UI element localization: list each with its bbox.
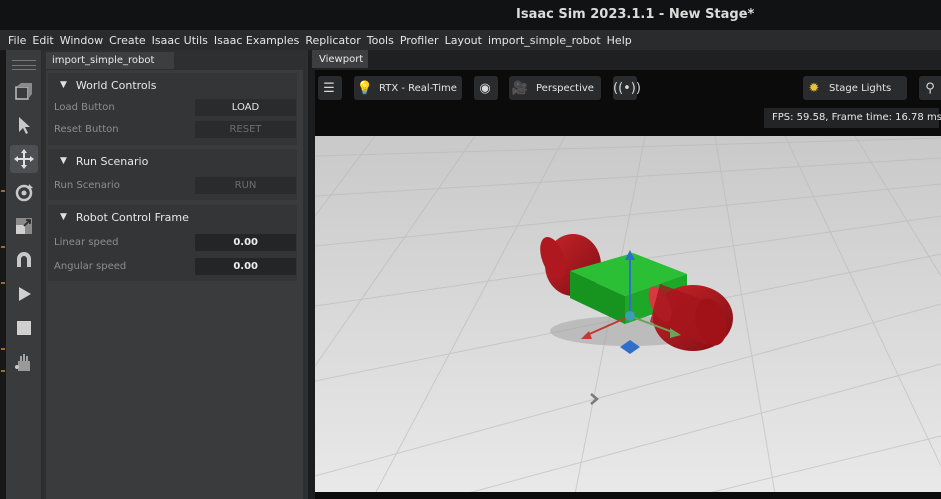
menu-layout[interactable]: Layout (445, 34, 482, 47)
world-controls-header[interactable]: ▼ World Controls (48, 73, 297, 97)
angular-speed-field[interactable]: 0.00 (195, 258, 296, 275)
edge-mark (1, 370, 5, 372)
menu-isaac-utils[interactable]: Isaac Utils (152, 34, 208, 47)
edge-mark (1, 348, 5, 350)
section-title: Robot Control Frame (75, 210, 189, 224)
run-row: Run Scenario RUN (48, 175, 297, 197)
run-scenario-section: ▼ Run Scenario Run Scenario RUN (48, 149, 297, 200)
location-button[interactable]: ⚲ (919, 76, 941, 100)
window-title: Isaac Sim 2023.1.1 - New Stage* (516, 7, 755, 22)
toolbar-grip-icon[interactable] (12, 60, 36, 70)
linear-speed-label: Linear speed (54, 237, 119, 248)
viewport-overlay-bar: ☰ 💡 RTX - Real-Time ◉ 🎥 Perspective ((•)… (315, 70, 941, 138)
robot-control-section: ▼ Robot Control Frame Linear speed 0.00 … (48, 205, 297, 281)
sun-icon: ✹ (808, 80, 820, 96)
reset-row: Reset Button RESET (48, 119, 297, 141)
tab-import-simple-robot[interactable]: import_simple_robot (46, 52, 174, 69)
edge-mark (1, 246, 5, 248)
fps-readout: FPS: 59.58, Frame time: 16.78 ms (764, 108, 941, 128)
snap-magnet-icon[interactable] (10, 246, 38, 274)
rotate-icon[interactable] (10, 179, 38, 207)
run-button[interactable]: RUN (195, 177, 296, 194)
run-label: Run Scenario (54, 180, 120, 191)
reset-label: Reset Button (54, 124, 119, 135)
menu-bar: File Edit Window Create Isaac Utils Isaa… (0, 30, 941, 50)
extension-panel: import_simple_robot ▼ World Controls Loa… (42, 50, 308, 499)
select-mode-icon[interactable] (10, 78, 38, 106)
collapse-arrow-icon[interactable]: ▼ (60, 80, 67, 90)
edge-mark (1, 282, 5, 284)
menu-file[interactable]: File (8, 34, 26, 47)
title-bar: Isaac Sim 2023.1.1 - New Stage* (0, 0, 941, 30)
world-controls-section: ▼ World Controls Load Button LOAD Reset … (48, 73, 297, 145)
viewport-bottom-edge (315, 492, 941, 499)
angular-speed-label: Angular speed (54, 261, 127, 272)
menu-create[interactable]: Create (109, 34, 146, 47)
tab-viewport[interactable]: Viewport (312, 50, 368, 68)
collapse-arrow-icon[interactable]: ▼ (60, 212, 67, 222)
camera-label: Perspective (536, 82, 594, 94)
camera-icon: 🎥 (511, 80, 529, 96)
camera-button[interactable]: 🎥 Perspective (509, 76, 601, 100)
menu-help[interactable]: Help (607, 34, 632, 47)
panel-divider[interactable] (308, 50, 315, 499)
stop-icon[interactable] (10, 314, 38, 342)
menu-window[interactable]: Window (60, 34, 103, 47)
lighting-label: Stage Lights (829, 82, 892, 94)
pin-icon: ⚲ (925, 80, 935, 96)
visibility-button[interactable]: ◉ (474, 76, 498, 100)
run-scenario-header[interactable]: ▼ Run Scenario (48, 149, 297, 173)
eye-icon: ◉ (479, 80, 491, 96)
edge-mark (1, 190, 5, 192)
load-label: Load Button (54, 102, 115, 113)
menu-import-simple-robot[interactable]: import_simple_robot (488, 34, 601, 47)
robot-control-header[interactable]: ▼ Robot Control Frame (48, 205, 297, 229)
physics-tools-icon[interactable] (10, 350, 38, 378)
scene-render[interactable] (315, 136, 941, 494)
panel-body: ▼ World Controls Load Button LOAD Reset … (46, 70, 303, 499)
lightbulb-icon: 💡 (356, 80, 374, 96)
linear-speed-field[interactable]: 0.00 (195, 234, 296, 251)
menu-replicator[interactable]: Replicator (305, 34, 360, 47)
linear-speed-row: Linear speed 0.00 (48, 232, 297, 254)
pointer-icon[interactable] (10, 111, 38, 139)
load-button[interactable]: LOAD (195, 99, 296, 116)
play-icon[interactable] (10, 280, 38, 308)
menu-edit[interactable]: Edit (32, 34, 53, 47)
scale-icon[interactable] (10, 212, 38, 240)
move-icon[interactable] (10, 145, 38, 173)
lighting-button[interactable]: ✹ Stage Lights (803, 76, 907, 100)
broadcast-icon: ((•)) (613, 80, 641, 96)
viewport[interactable]: ☰ 💡 RTX - Real-Time ◉ 🎥 Perspective ((•)… (315, 70, 941, 499)
renderer-label: RTX - Real-Time (379, 82, 457, 94)
load-row: Load Button LOAD (48, 97, 297, 119)
reset-button[interactable]: RESET (195, 121, 296, 138)
renderer-button[interactable]: 💡 RTX - Real-Time (354, 76, 462, 100)
menu-profiler[interactable]: Profiler (400, 34, 439, 47)
viewport-settings-button[interactable]: ☰ (318, 76, 342, 100)
section-title: World Controls (75, 78, 157, 92)
collapse-arrow-icon[interactable]: ▼ (60, 156, 67, 166)
menu-isaac-examples[interactable]: Isaac Examples (214, 34, 299, 47)
sensor-button[interactable]: ((•)) (613, 76, 641, 100)
tools-toolbar (6, 50, 42, 499)
section-title: Run Scenario (75, 154, 149, 168)
isaac-sim-window: Isaac Sim 2023.1.1 - New Stage* File Edi… (0, 0, 941, 499)
menu-tools[interactable]: Tools (367, 34, 394, 47)
angular-speed-row: Angular speed 0.00 (48, 256, 297, 278)
sliders-icon: ☰ (323, 80, 335, 96)
